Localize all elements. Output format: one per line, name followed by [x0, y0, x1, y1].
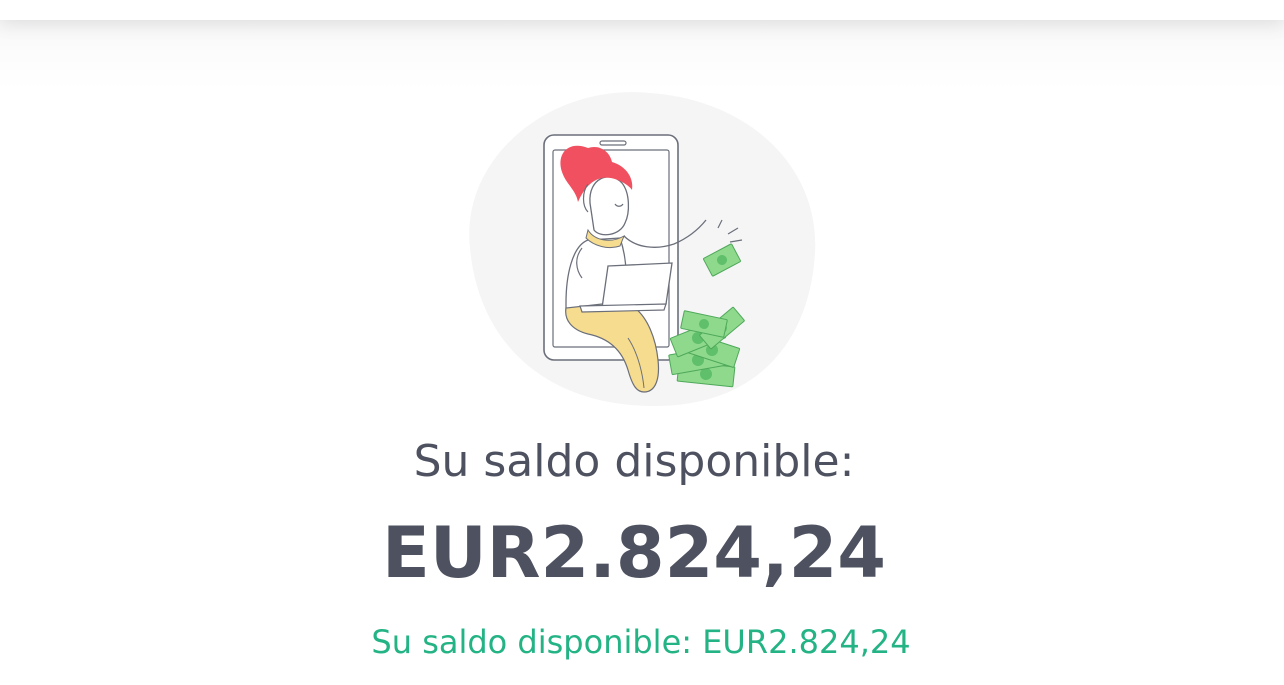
balance-label: Su saldo disponible: — [413, 436, 855, 487]
person-with-laptop-icon — [469, 92, 816, 407]
balance-amount: EUR2.824,24 — [382, 512, 886, 594]
balance-summary: Su saldo disponible: EUR2.824,24 — [371, 623, 911, 661]
header-bar — [0, 0, 1284, 20]
balance-illustration — [460, 88, 830, 408]
